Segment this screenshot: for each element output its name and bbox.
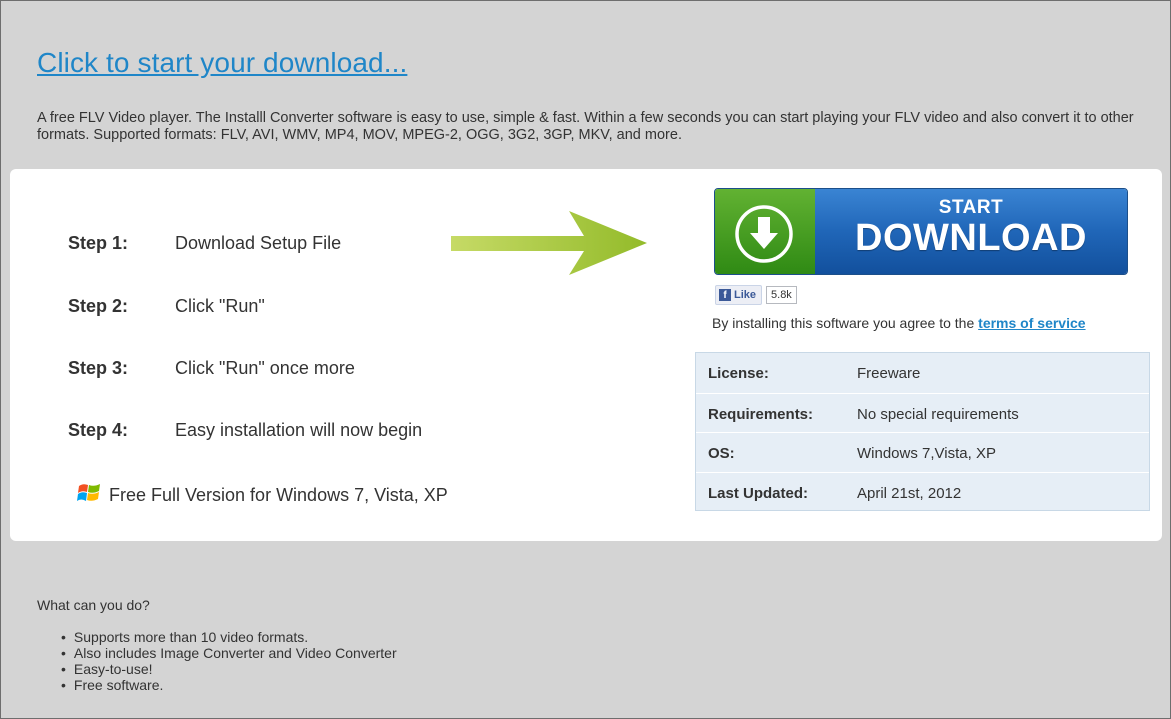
windows-logo-icon — [77, 482, 101, 509]
terms-agreement: By installing this software you agree to… — [712, 315, 1086, 331]
step-number: Step 3: — [68, 358, 129, 378]
info-key: Requirements: — [708, 405, 814, 423]
info-key: OS: — [708, 445, 735, 462]
terms-of-service-link[interactable]: terms of service — [978, 315, 1085, 331]
facebook-like-button[interactable]: f Like — [715, 285, 763, 305]
info-value: April 21st, 2012 — [857, 484, 962, 502]
terms-agreement-text: By installing this software you agree to… — [712, 315, 979, 331]
windows-version-note: Free Full Version for Windows 7, Vista, … — [77, 482, 448, 509]
info-key: Last Updated: — [708, 484, 809, 502]
download-arrow-icon — [735, 205, 793, 263]
step-text: Click "Run" — [175, 296, 265, 316]
like-count: 5.8k — [766, 286, 797, 304]
facebook-icon: f — [719, 289, 731, 301]
start-download-button[interactable]: START DOWNLOAD — [714, 188, 1128, 275]
arrow-right-icon — [451, 211, 647, 275]
intro-text: A free FLV Video player. The Installl Co… — [37, 110, 1134, 143]
list-item: Easy-to-use! — [61, 661, 397, 677]
step-text: Download Setup File — [175, 233, 342, 253]
step-number: Step 4: — [68, 420, 129, 440]
download-button-main-label: DOWNLOAD — [855, 217, 1087, 259]
step-number: Step 2: — [68, 296, 129, 316]
step-text: Easy installation will now begin — [175, 420, 423, 440]
info-row-last-updated: Last Updated: April 21st, 2012 — [696, 471, 1149, 512]
like-label: Like — [734, 289, 757, 301]
facebook-like-widget: f Like 5.8k — [715, 285, 797, 305]
info-value: Freeware — [857, 365, 921, 382]
info-row-os: OS: Windows 7,Vista, XP — [696, 432, 1149, 472]
list-item: Free software. — [61, 677, 397, 693]
features-list: Supports more than 10 video formats. Als… — [61, 629, 397, 693]
start-download-link[interactable]: Click to start your download... — [37, 47, 407, 79]
software-info-table: License: Freeware Requirements: No speci… — [695, 352, 1150, 511]
download-button-start-label: START — [938, 197, 1004, 218]
info-key: License: — [708, 365, 769, 382]
page-frame: Click to start your download... A free F… — [0, 0, 1171, 719]
list-item: Supports more than 10 video formats. — [61, 629, 397, 645]
what-can-you-do-heading: What can you do? — [37, 597, 150, 613]
list-item: Also includes Image Converter and Video … — [61, 645, 397, 661]
step-text: Click "Run" once more — [175, 358, 355, 378]
info-row-requirements: Requirements: No special requirements — [696, 392, 1149, 433]
step-number: Step 1: — [68, 233, 129, 253]
windows-version-text: Free Full Version for Windows 7, Vista, … — [109, 485, 448, 505]
info-value: No special requirements — [857, 405, 1019, 423]
info-row-license: License: Freeware — [696, 353, 1149, 393]
info-value: Windows 7,Vista, XP — [857, 445, 996, 462]
